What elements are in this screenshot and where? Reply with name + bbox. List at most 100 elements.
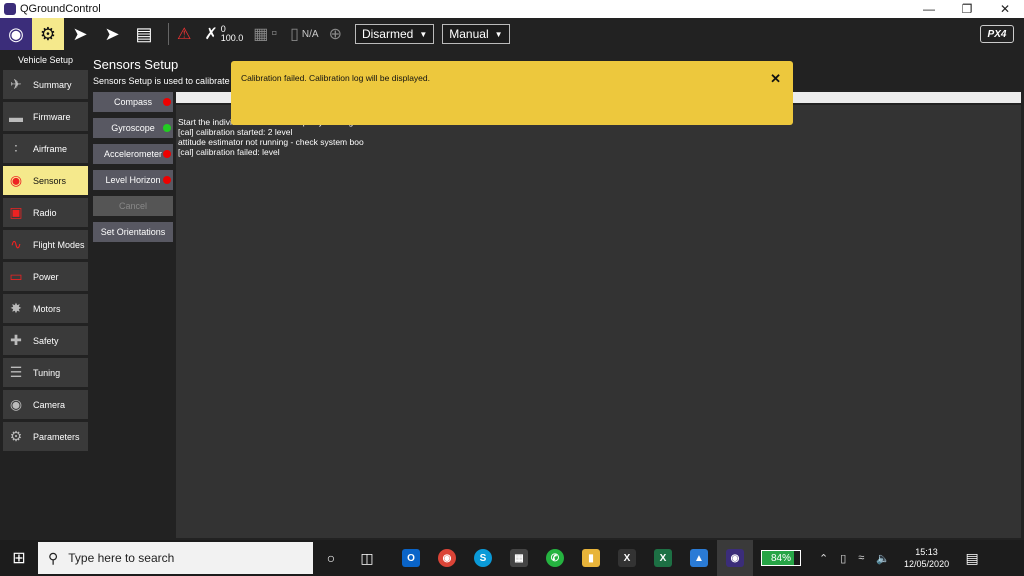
sidebar-item-flight-modes[interactable]: ∿ Flight Modes xyxy=(3,230,88,259)
log-line: attitude estimator not running - check s… xyxy=(178,137,364,147)
clock-date: 12/05/2020 xyxy=(904,559,950,569)
sidebar-item-parameters[interactable]: ⚙ Parameters xyxy=(3,422,88,451)
speaker-muted-icon[interactable]: 🔈 xyxy=(876,552,890,565)
battery-indicator[interactable]: ▯ N/A xyxy=(290,24,318,44)
button-label: Level Horizon xyxy=(105,175,161,185)
sidebar-header: Vehicle Setup xyxy=(17,55,74,65)
level-horizon-button[interactable]: Level Horizon xyxy=(93,170,173,190)
sidebar-item-power[interactable]: ▭ Power xyxy=(3,262,88,291)
flight-mode-dropdown[interactable]: Manual ▼ xyxy=(442,24,510,44)
skype-icon[interactable]: S xyxy=(465,540,501,576)
flight-modes-icon: ∿ xyxy=(10,236,22,252)
search-placeholder: Type here to search xyxy=(68,551,175,565)
taskbar-clock[interactable]: 15:13 12/05/2020 xyxy=(904,546,949,570)
sidebar-item-radio[interactable]: ▣ Radio xyxy=(3,198,88,227)
windows-start-icon[interactable]: ⊞ xyxy=(0,540,38,576)
chevron-down-icon: ▼ xyxy=(494,29,503,39)
system-tray: ⌃ ▯ ≈ 🔈 xyxy=(813,552,896,565)
status-dot xyxy=(163,98,171,106)
cancel-button[interactable]: Cancel xyxy=(93,196,173,216)
calibration-log: Start the individual calibration steps b… xyxy=(176,105,1021,538)
parameters-icon: ⚙ xyxy=(9,428,23,444)
sidebar-item-label: Airframe xyxy=(33,143,68,154)
fly-view-icon[interactable]: ➤ xyxy=(96,18,128,50)
sidebar-item-firmware[interactable]: ▬ Firmware xyxy=(3,102,88,131)
photos-icon[interactable]: ▲ xyxy=(681,540,717,576)
sidebar-item-motors[interactable]: ✸ Motors xyxy=(3,294,88,323)
sidebar-item-sensors[interactable]: ◉ Sensors xyxy=(3,166,88,195)
xming-icon[interactable]: X xyxy=(609,540,645,576)
battery-icon: ▯ xyxy=(290,26,299,43)
sidebar-item-label: Sensors xyxy=(33,175,67,186)
compass-button[interactable]: Compass xyxy=(93,92,173,112)
px4-logo: PX4 xyxy=(980,25,1014,43)
wifi-icon[interactable]: ≈ xyxy=(858,552,864,564)
messages-indicator[interactable]: ⚠ xyxy=(177,24,194,44)
main-toolbar: ◉ ⚙ ➤ ➤ ▤ ⚠ ✗ 0 100.0 ▦ ▫ ▯ N/A ⊕ Disarmed… xyxy=(0,18,1024,50)
satellite-icon: ✗ xyxy=(204,26,218,43)
sidebar-item-tuning[interactable]: ☰ Tuning xyxy=(3,358,88,387)
rc-rssi-indicator[interactable]: ▦ ▫ xyxy=(253,24,280,44)
windows-taskbar: ⊞ ⚲ Type here to search ○ ◫ O ◉ S ▦ ✆ ▮ X… xyxy=(0,540,1024,576)
sidebar-item-label: Firmware xyxy=(33,111,71,122)
crosshair-icon: ⊕ xyxy=(328,26,342,43)
button-label: Set Orientations xyxy=(100,227,166,237)
arm-state-dropdown[interactable]: Disarmed ▼ xyxy=(354,24,435,44)
firmware-icon: ▬ xyxy=(9,108,23,125)
log-line: [cal] calibration failed: level xyxy=(178,147,280,157)
set-orientations-button[interactable]: Set Orientations xyxy=(93,222,173,242)
button-label: Compass xyxy=(113,97,152,107)
task-view-icon[interactable]: ◫ xyxy=(349,540,385,576)
vehicle-setup-gear-icon[interactable]: ⚙ xyxy=(32,18,64,50)
signal-bars-icon: ▫ xyxy=(271,25,278,42)
qgc-app-icon xyxy=(4,3,16,15)
notification-message: Calibration failed. Calibration log will… xyxy=(241,73,430,83)
tuning-icon: ☰ xyxy=(9,364,23,380)
chevron-down-icon: ▼ xyxy=(419,29,428,39)
minimize-button[interactable]: — xyxy=(910,0,948,18)
battery-tray-icon[interactable]: ▯ xyxy=(840,552,846,565)
close-icon[interactable]: ✕ xyxy=(770,71,781,87)
chrome-icon[interactable]: ◉ xyxy=(429,540,465,576)
analyze-view-icon[interactable]: ▤ xyxy=(128,18,160,50)
sidebar-item-label: Flight Modes xyxy=(33,239,85,250)
whatsapp-icon[interactable]: ✆ xyxy=(537,540,573,576)
qgc-logo-icon[interactable]: ◉ xyxy=(0,18,32,50)
toolbar-divider xyxy=(168,23,169,45)
sidebar-item-label: Parameters xyxy=(33,431,80,442)
sidebar-item-label: Summary xyxy=(33,79,72,90)
sidebar-item-summary[interactable]: ✈ Summary xyxy=(3,70,88,99)
warning-icon: ⚠ xyxy=(177,26,192,43)
sidebar-item-safety[interactable]: ✚ Safety xyxy=(3,326,88,355)
vehicle-setup-sidebar: Vehicle Setup ✈ Summary ▬ Firmware ∶ Airfra… xyxy=(0,50,91,540)
close-window-button[interactable]: ✕ xyxy=(986,0,1024,18)
clock-time: 15:13 xyxy=(915,547,938,557)
page-description: Sensors Setup is used to calibrate th xyxy=(93,76,240,86)
window-titlebar: QGroundControl — ❐ ✕ xyxy=(0,0,1024,18)
log-line: [cal] calibration started: 2 level xyxy=(178,127,293,137)
rtk-indicator[interactable]: ⊕ xyxy=(329,24,345,44)
status-dot xyxy=(163,150,171,158)
taskbar-search-input[interactable]: ⚲ Type here to search xyxy=(38,542,313,574)
cortana-icon[interactable]: ○ xyxy=(313,540,349,576)
battery-status[interactable]: 84% xyxy=(761,550,801,566)
sidebar-item-airframe[interactable]: ∶ Airframe xyxy=(3,134,88,163)
file-explorer-icon[interactable]: ▮ xyxy=(573,540,609,576)
excel-icon[interactable]: X xyxy=(645,540,681,576)
outlook-icon[interactable]: O xyxy=(393,540,429,576)
restore-button[interactable]: ❐ xyxy=(948,0,986,18)
plan-view-icon[interactable]: ➤ xyxy=(64,18,96,50)
flight-mode-label: Manual xyxy=(449,27,489,41)
qgroundcontrol-taskbar-icon[interactable]: ◉ xyxy=(717,540,753,576)
gps-hdop: 100.0 xyxy=(220,33,244,43)
gps-indicator[interactable]: ✗ 0 100.0 xyxy=(204,24,243,44)
accelerometer-button[interactable]: Accelerometer xyxy=(93,144,173,164)
gyroscope-button[interactable]: Gyroscope xyxy=(93,118,173,138)
sidebar-item-label: Camera xyxy=(33,399,66,410)
calculator-icon[interactable]: ▦ xyxy=(501,540,537,576)
page-title: Sensors Setup xyxy=(93,57,179,72)
error-notification: Calibration failed. Calibration log will… xyxy=(231,61,793,125)
chevron-up-icon[interactable]: ⌃ xyxy=(819,552,828,565)
notifications-icon[interactable]: ▤ xyxy=(957,540,987,576)
sidebar-item-camera[interactable]: ◉ Camera xyxy=(3,390,88,419)
